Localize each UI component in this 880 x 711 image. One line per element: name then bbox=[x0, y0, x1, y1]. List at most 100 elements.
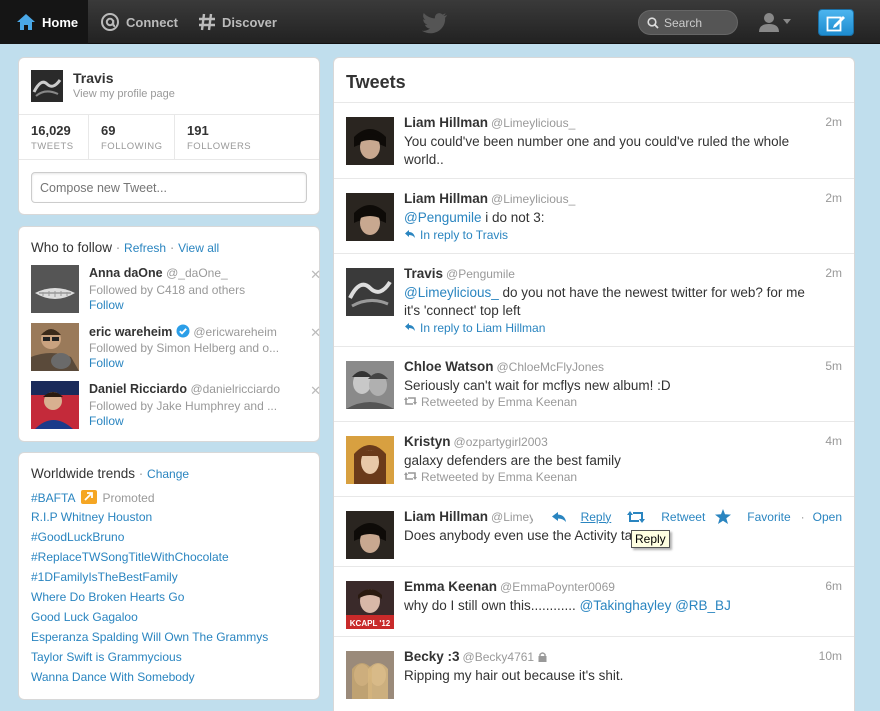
compose-tweet-button[interactable] bbox=[818, 9, 854, 36]
tweet[interactable]: Travis @Pengumile 2m @Limeylicious_ do yo… bbox=[334, 253, 854, 346]
tweet-author-name[interactable]: Becky :3 bbox=[404, 649, 460, 664]
tweet-timestamp[interactable]: 4m bbox=[825, 434, 842, 448]
trend-item[interactable]: #ReplaceTWSongTitleWithChocolate bbox=[31, 550, 229, 564]
tweet[interactable]: Liam Hillman @Limeylicious_ 2m You could'… bbox=[334, 102, 854, 178]
trend-item[interactable]: Taylor Swift is Grammycious bbox=[31, 650, 182, 664]
tweet-text-wrap: why do I still own this............ @Tak… bbox=[404, 597, 824, 615]
view-all-link[interactable]: View all bbox=[178, 241, 219, 255]
tweet[interactable]: Chloe Watson @ChloeMcFlyJones 5m Seriousl… bbox=[334, 346, 854, 421]
reply-icon bbox=[405, 323, 415, 331]
dismiss-icon[interactable]: ✕ bbox=[310, 383, 321, 399]
stat-followers-label: FOLLOWERS bbox=[187, 141, 252, 152]
tweet-author-name[interactable]: Liam Hillman bbox=[404, 509, 488, 524]
suggestion-screen-name[interactable]: @danielricciardo bbox=[190, 382, 280, 396]
tweet-timestamp[interactable]: 2m bbox=[825, 191, 842, 205]
tweet[interactable]: Liam Hillman@Limeylicious_ Does anybody … bbox=[334, 496, 854, 566]
tweet-author-name[interactable]: Liam Hillman bbox=[404, 191, 488, 206]
tweet-avatar[interactable] bbox=[346, 193, 394, 241]
follow-link[interactable]: Follow bbox=[89, 414, 124, 428]
tweet-screen-name[interactable]: @EmmaPoynter0069 bbox=[500, 580, 615, 594]
trend-item[interactable]: #1DFamilyIsTheBestFamily bbox=[31, 570, 178, 584]
tweet-timestamp[interactable]: 2m bbox=[825, 115, 842, 129]
retweeted-by[interactable]: Retweeted by Emma Keenan bbox=[404, 470, 577, 484]
tweet-timestamp[interactable]: 5m bbox=[825, 359, 842, 373]
profile-avatar[interactable] bbox=[31, 70, 63, 102]
change-trends-link[interactable]: Change bbox=[147, 467, 189, 481]
in-reply-to-link[interactable]: In reply to Liam Hillman bbox=[404, 321, 545, 335]
search-input[interactable] bbox=[664, 15, 734, 30]
tweet-text-wrap: @Limeylicious_ do you not have the newes… bbox=[404, 284, 824, 320]
compose-tweet-input[interactable] bbox=[31, 172, 307, 203]
trend-item[interactable]: #BAFTA Promoted bbox=[31, 490, 155, 505]
stat-tweets[interactable]: 16,029 TWEETS bbox=[19, 115, 89, 159]
tweet[interactable]: Becky :3 @Becky4761 10m Ripping my hair o… bbox=[334, 636, 854, 711]
suggestion-name[interactable]: Daniel Ricciardo bbox=[89, 382, 187, 396]
suggestion-screen-name[interactable]: @_daOne_ bbox=[166, 266, 228, 280]
tweet-avatar[interactable] bbox=[346, 361, 394, 409]
suggestion-avatar[interactable] bbox=[31, 323, 79, 371]
mention-link[interactable]: @Limeylicious_ bbox=[404, 285, 499, 300]
profile-name[interactable]: Travis bbox=[73, 70, 113, 86]
suggestion-avatar[interactable] bbox=[31, 381, 79, 429]
tweet-author-name[interactable]: Chloe Watson bbox=[404, 359, 494, 374]
suggestion-avatar[interactable] bbox=[31, 265, 79, 313]
trend-item[interactable]: Where Do Broken Hearts Go bbox=[31, 590, 184, 604]
tweet-screen-name[interactable]: @Becky4761 bbox=[463, 650, 535, 664]
tweet-avatar[interactable]: KCAPL '12 bbox=[346, 581, 394, 629]
tweet-timestamp[interactable]: 2m bbox=[825, 266, 842, 280]
tweet-avatar[interactable] bbox=[346, 436, 394, 484]
nav-discover[interactable]: Discover bbox=[198, 0, 277, 44]
tweet-screen-name[interactable]: @ChloeMcFlyJones bbox=[497, 360, 605, 374]
suggestion-screen-name[interactable]: @ericwareheim bbox=[193, 325, 277, 339]
follow-link[interactable]: Follow bbox=[89, 298, 124, 312]
follow-link[interactable]: Follow bbox=[89, 356, 124, 370]
tweet-timestamp[interactable]: 10m bbox=[819, 649, 842, 663]
trend-item[interactable]: Wanna Dance With Somebody bbox=[31, 670, 195, 684]
search-box[interactable] bbox=[638, 10, 738, 35]
nav-home[interactable]: Home bbox=[0, 0, 88, 44]
tweet-screen-name[interactable]: @Pengumile bbox=[446, 267, 515, 281]
reply-action[interactable]: Reply bbox=[551, 510, 611, 524]
tweet[interactable]: Liam Hillman @Limeylicious_ 2m @Pengumile… bbox=[334, 178, 854, 253]
tweet-timestamp[interactable]: 6m bbox=[825, 579, 842, 593]
in-reply-to-link[interactable]: In reply to Travis bbox=[404, 228, 508, 242]
tweet-avatar[interactable] bbox=[346, 268, 394, 316]
suggestion-name[interactable]: eric wareheim bbox=[89, 325, 172, 339]
user-menu-button[interactable] bbox=[758, 12, 791, 32]
refresh-link[interactable]: Refresh bbox=[124, 241, 166, 255]
stat-following[interactable]: 69 FOLLOWING bbox=[89, 115, 175, 159]
mention-link[interactable]: @Pengumile bbox=[404, 210, 482, 225]
mention-link[interactable]: @Takinghayley bbox=[580, 598, 672, 613]
nav-connect[interactable]: Connect bbox=[100, 0, 178, 44]
suggestion-name[interactable]: Anna daOne bbox=[89, 266, 163, 280]
mention-link[interactable]: @RB_BJ bbox=[675, 598, 731, 613]
tweet-author-name[interactable]: Emma Keenan bbox=[404, 579, 497, 594]
tweet[interactable]: KCAPL '12 Emma Keenan @EmmaPoynter0069 6m… bbox=[334, 566, 854, 636]
retweeted-by[interactable]: Retweeted by Emma Keenan bbox=[404, 395, 577, 409]
tweet-author-name[interactable]: Kristyn bbox=[404, 434, 451, 449]
dismiss-icon[interactable]: ✕ bbox=[310, 325, 321, 341]
profile-page-link[interactable]: View my profile page bbox=[73, 88, 175, 100]
retweeted-by-label: Retweeted by Emma Keenan bbox=[421, 395, 578, 409]
trend-item[interactable]: #GoodLuckBruno bbox=[31, 530, 124, 544]
tweet-avatar[interactable] bbox=[346, 651, 394, 699]
trend-item[interactable]: Esperanza Spalding Will Own The Grammys bbox=[31, 630, 268, 644]
trend-item[interactable]: Good Luck Gagaloo bbox=[31, 610, 138, 624]
tweet-screen-name[interactable]: @ozpartygirl2003 bbox=[454, 435, 548, 449]
open-action[interactable]: Open bbox=[813, 510, 842, 524]
tweet-screen-name[interactable]: @Limeylicious_ bbox=[491, 192, 575, 206]
tweet-screen-name[interactable]: @Limeylicious_ bbox=[491, 116, 575, 130]
favorite-action[interactable]: Favorite bbox=[715, 509, 791, 524]
trend-item[interactable]: R.I.P Whitney Houston bbox=[31, 510, 152, 524]
tweet-author-name[interactable]: Liam Hillman bbox=[404, 115, 488, 130]
stat-followers-count: 191 bbox=[187, 123, 209, 138]
dismiss-icon[interactable]: ✕ bbox=[310, 267, 321, 283]
tweet[interactable]: Kristyn @ozpartygirl2003 4m galaxy defend… bbox=[334, 421, 854, 496]
tweet-avatar[interactable] bbox=[346, 117, 394, 165]
tweet-avatar[interactable] bbox=[346, 511, 394, 559]
retweet-action[interactable]: Retweet bbox=[627, 510, 705, 524]
trends-title: Worldwide trends bbox=[31, 466, 136, 481]
tweet-text: Seriously can't wait for mcflys new albu… bbox=[404, 378, 671, 393]
stat-followers[interactable]: 191 FOLLOWERS bbox=[175, 115, 263, 159]
tweet-author-name[interactable]: Travis bbox=[404, 266, 443, 281]
